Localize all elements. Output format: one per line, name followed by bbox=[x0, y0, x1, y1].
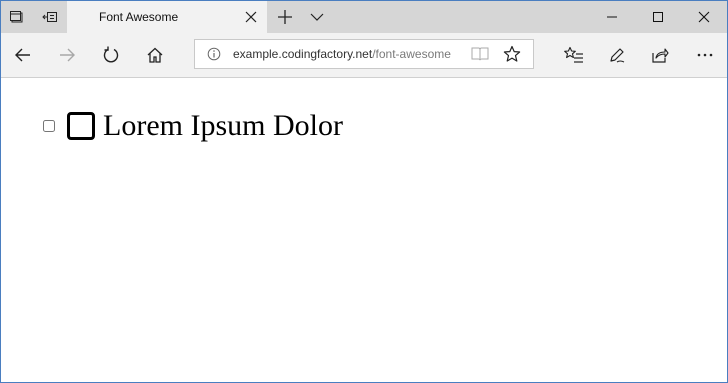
checkbox[interactable] bbox=[43, 120, 55, 132]
favorites-hub-button[interactable] bbox=[558, 39, 590, 71]
navigation-bar: example.codingfactory.net/font-awesome bbox=[1, 33, 727, 78]
tab-actions-icon bbox=[10, 11, 23, 23]
more-button[interactable] bbox=[689, 39, 721, 71]
address-bar[interactable]: example.codingfactory.net/font-awesome bbox=[194, 39, 534, 69]
maximize-icon bbox=[653, 12, 663, 22]
add-favorite-button[interactable] bbox=[503, 45, 521, 68]
info-icon bbox=[207, 47, 221, 61]
favorites-list-icon bbox=[564, 46, 583, 63]
set-aside-tabs-button[interactable] bbox=[34, 1, 66, 33]
url-host: example.codingfactory.net bbox=[233, 47, 373, 61]
book-icon bbox=[471, 47, 489, 61]
address-url[interactable]: example.codingfactory.net/font-awesome bbox=[233, 47, 459, 61]
tab-close-button[interactable] bbox=[243, 9, 259, 25]
refresh-icon bbox=[103, 46, 119, 63]
home-icon bbox=[147, 47, 163, 63]
minimize-icon bbox=[607, 16, 617, 18]
pen-icon bbox=[610, 48, 625, 63]
tab-actions-button[interactable] bbox=[1, 1, 33, 33]
share-button[interactable] bbox=[644, 39, 676, 71]
set-aside-tabs-icon bbox=[42, 12, 57, 22]
lorem-text: Lorem Ipsum Dolor bbox=[103, 109, 343, 142]
page-content: Lorem Ipsum Dolor bbox=[1, 78, 727, 382]
minimize-button[interactable] bbox=[589, 1, 635, 33]
share-icon bbox=[652, 48, 669, 63]
back-arrow-icon bbox=[15, 48, 30, 62]
close-icon bbox=[245, 11, 257, 23]
tab-title: Font Awesome bbox=[99, 10, 179, 24]
browser-window: Font Awesome example.codingfactory.net/f… bbox=[0, 0, 728, 383]
star-icon bbox=[503, 45, 521, 62]
square-o-icon bbox=[67, 112, 95, 140]
maximize-button[interactable] bbox=[635, 1, 681, 33]
site-info-button[interactable] bbox=[207, 47, 221, 66]
new-tab-button[interactable] bbox=[269, 1, 301, 33]
content-row: Lorem Ipsum Dolor bbox=[43, 110, 343, 142]
back-button[interactable] bbox=[7, 39, 39, 71]
reading-view-button[interactable] bbox=[471, 46, 489, 67]
close-icon bbox=[698, 11, 710, 23]
plus-icon bbox=[278, 10, 292, 24]
chevron-down-icon bbox=[310, 13, 324, 21]
url-path: /font-awesome bbox=[372, 47, 451, 61]
forward-button[interactable] bbox=[51, 39, 83, 71]
close-window-button[interactable] bbox=[681, 1, 727, 33]
tab-list-button[interactable] bbox=[301, 1, 333, 33]
home-button[interactable] bbox=[139, 39, 171, 71]
more-icon bbox=[697, 53, 713, 57]
refresh-button[interactable] bbox=[95, 39, 127, 71]
add-notes-button[interactable] bbox=[601, 39, 633, 71]
active-tab[interactable]: Font Awesome bbox=[67, 1, 267, 33]
tab-strip: Font Awesome bbox=[1, 1, 727, 33]
forward-arrow-icon bbox=[60, 48, 75, 62]
